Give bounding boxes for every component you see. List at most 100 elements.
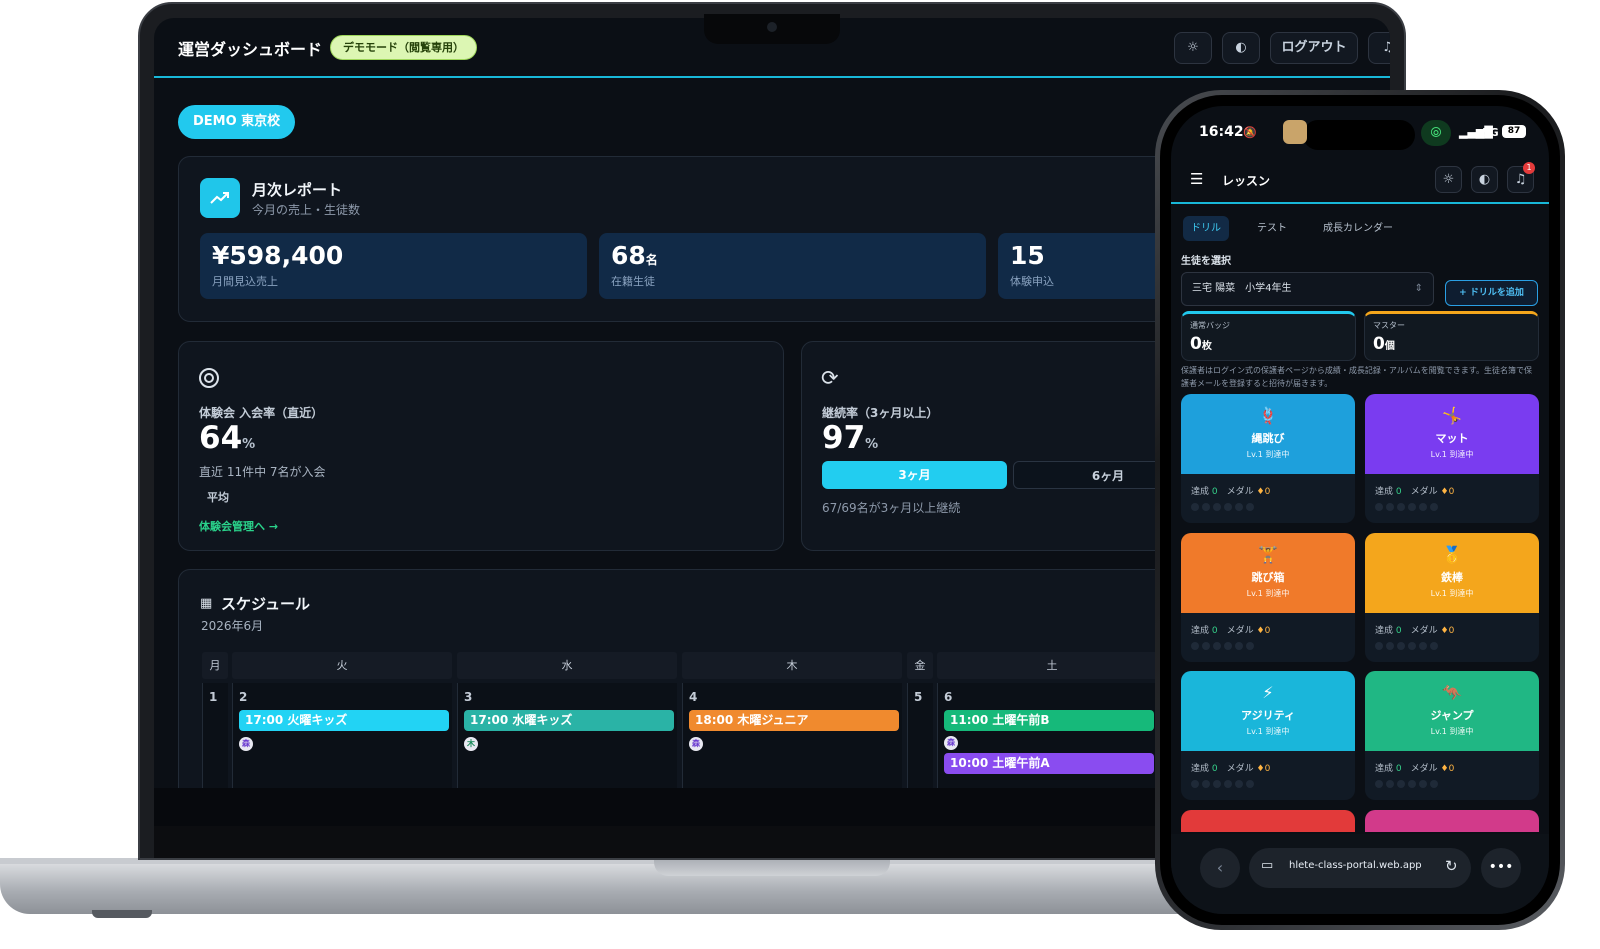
monthly-report-subtitle: 今月の売上・生徒数 — [252, 203, 361, 217]
drill-stats: 達成 0 メダル ♦0 — [1375, 484, 1454, 497]
master-badge-unit: 個 — [1384, 341, 1395, 352]
drill-icon: 🏋 — [1258, 545, 1278, 564]
medal-label: メダル — [1226, 764, 1254, 774]
drill-tile-header: 🦘 ジャンプ Lv.1 到達中 — [1365, 671, 1539, 751]
tab-drill[interactable]: ドリル — [1183, 216, 1229, 241]
drill-tile[interactable]: 🦘 ジャンプ Lv.1 到達中 達成 0 メダル ♦0 — [1365, 671, 1539, 800]
master-badge-count: 0 — [1373, 334, 1385, 354]
day-number: 6 — [944, 690, 953, 704]
progress-dots — [1375, 780, 1438, 788]
dynamic-island — [1303, 120, 1415, 150]
chevron-left-icon: ‹ — [1216, 858, 1224, 877]
weekday-header: 土 — [937, 652, 1167, 679]
drill-tile-partial[interactable] — [1365, 810, 1539, 832]
progress-dots — [1375, 503, 1438, 511]
day-number: 2 — [239, 690, 248, 704]
schedule-event[interactable]: 18:00 木曜ジュニア — [689, 710, 899, 731]
add-drill-button[interactable]: + ドリルを追加 — [1445, 280, 1538, 306]
page-title: 運営ダッシュボード — [178, 40, 323, 59]
day-cell[interactable]: 6 11:00 土曜午前B 森 10:00 土曜午前A — [937, 683, 1167, 793]
teacher-avatar: 森 — [944, 736, 958, 750]
drill-icon: 🥇 — [1442, 545, 1462, 564]
back-button[interactable]: ‹ — [1200, 848, 1240, 888]
trial-rate-number: 64 — [199, 420, 243, 456]
day-cell[interactable]: 2 17:00 火曜キッズ 森 — [232, 683, 452, 793]
palette-button[interactable]: ◐ — [1471, 166, 1498, 193]
retention-tab-3m[interactable]: 3ヶ月 — [822, 461, 1007, 489]
student-select-label: 生徒を選択 — [1181, 256, 1231, 267]
schedule-month: 2026年6月 — [201, 619, 264, 633]
target-icon — [199, 368, 219, 388]
day-number: 4 — [689, 690, 698, 704]
day-cell[interactable]: 3 17:00 水曜キッズ 木 — [457, 683, 677, 793]
weekday-header: 水 — [457, 652, 677, 679]
app-thumbnail-icon — [1283, 120, 1307, 144]
theme-toggle-button[interactable]: ☼ — [1435, 166, 1462, 193]
weekday-header: 月 — [202, 652, 228, 679]
normal-badge-value: 0枚 — [1190, 334, 1212, 354]
drill-stats: 達成 0 メダル ♦0 — [1191, 761, 1270, 774]
logout-button[interactable]: ログアウト — [1270, 32, 1358, 64]
drill-tile[interactable]: ⚡ アジリティ Lv.1 到達中 達成 0 メダル ♦0 — [1181, 671, 1355, 800]
theme-toggle-button[interactable]: ☼ — [1174, 32, 1212, 64]
progress-dots — [1191, 503, 1254, 511]
drill-tile[interactable]: 🪢 縄跳び Lv.1 到達中 達成 0 メダル ♦0 — [1181, 394, 1355, 523]
medal-label: メダル — [1226, 487, 1254, 497]
student-select[interactable]: 三宅 陽菜 小学4年生 ⇕ — [1181, 272, 1434, 306]
drill-icon: ⚡ — [1262, 683, 1274, 702]
trial-rate-label: 体験会 入会率（直近） — [199, 406, 324, 420]
schedule-event[interactable]: 11:00 土曜午前B — [944, 710, 1154, 731]
drill-tile[interactable]: 🥇 鉄棒 Lv.1 到達中 達成 0 メダル ♦0 — [1365, 533, 1539, 662]
medal-count: 0 — [1264, 487, 1271, 497]
drill-name: マット — [1435, 432, 1469, 445]
medal-icon: ♦ — [1440, 764, 1449, 774]
drill-level: Lv.1 到達中 — [1246, 589, 1290, 598]
drill-level: Lv.1 到達中 — [1430, 589, 1474, 598]
medal-label: メダル — [1410, 626, 1438, 636]
trial-management-link[interactable]: 体験会管理へ → — [199, 518, 278, 534]
schedule-event[interactable]: 17:00 火曜キッズ — [239, 710, 449, 731]
medal-count: 0 — [1448, 626, 1455, 636]
stat-value: ¥598,400 — [212, 241, 344, 270]
day-number: 3 — [464, 690, 473, 704]
schedule-event[interactable]: 10:00 土曜午前A — [944, 753, 1154, 774]
more-button[interactable]: ••• — [1481, 848, 1521, 888]
medal-icon: ♦ — [1256, 764, 1265, 774]
day-cell[interactable]: 1 — [202, 683, 228, 793]
drill-tile[interactable]: 🏋 跳び箱 Lv.1 到達中達成 0 メダル ♦0 — [1181, 533, 1355, 662]
notification-count-badge: 1 — [1523, 162, 1535, 174]
stat-students: 68名 在籍生徒 — [599, 233, 986, 299]
tab-growth-calendar[interactable]: 成長カレンダー — [1315, 216, 1401, 241]
drill-icon: 🦘 — [1442, 683, 1462, 702]
address-bar[interactable]: ▭ hlete-class-portal.web.app ↻ — [1249, 848, 1471, 888]
day-cell[interactable]: 5 — [907, 683, 933, 793]
reload-icon[interactable]: ↻ — [1445, 857, 1458, 875]
drill-tile[interactable]: 🤸 マット Lv.1 到達中 達成 0 メダル ♦0 — [1365, 394, 1539, 523]
palette-button[interactable]: ◐ — [1222, 32, 1260, 64]
notification-button[interactable]: ♫ — [1368, 32, 1390, 64]
drill-tile-partial[interactable] — [1181, 810, 1355, 832]
tab-drill-label: ドリル — [1191, 223, 1221, 234]
hamburger-menu-icon[interactable]: ☰ — [1190, 170, 1203, 188]
achieved-count: 0 — [1211, 626, 1218, 636]
trial-average-label: 平均 — [207, 491, 229, 504]
trend-up-icon — [200, 178, 240, 218]
master-badge-value: 0個 — [1373, 334, 1395, 354]
retention-value: 97% — [822, 420, 878, 456]
school-badge[interactable]: DEMO 東京校 — [178, 105, 296, 139]
trial-rate-unit: % — [242, 437, 256, 452]
laptop-groove — [654, 858, 890, 876]
drill-tile-header: 🏋 跳び箱 Lv.1 到達中 — [1181, 533, 1355, 613]
medal-icon: ♦ — [1440, 626, 1449, 636]
drill-stats: 達成 0 メダル ♦0 — [1191, 623, 1270, 636]
drill-name: アジリティ — [1241, 709, 1295, 722]
achieved-label: 達成 — [1191, 626, 1210, 636]
day-cell[interactable]: 4 18:00 木曜ジュニア 森 — [682, 683, 902, 793]
tab-test[interactable]: テスト — [1249, 216, 1295, 241]
drill-stats: 達成 0 メダル ♦0 — [1375, 623, 1454, 636]
schedule-title: スケジュール — [221, 595, 310, 613]
sun-icon: ☼ — [1187, 40, 1199, 55]
schedule-event[interactable]: 17:00 水曜キッズ — [464, 710, 674, 731]
hotspot-icon: ⦾ — [1421, 120, 1451, 146]
weekday-header: 火 — [232, 652, 452, 679]
